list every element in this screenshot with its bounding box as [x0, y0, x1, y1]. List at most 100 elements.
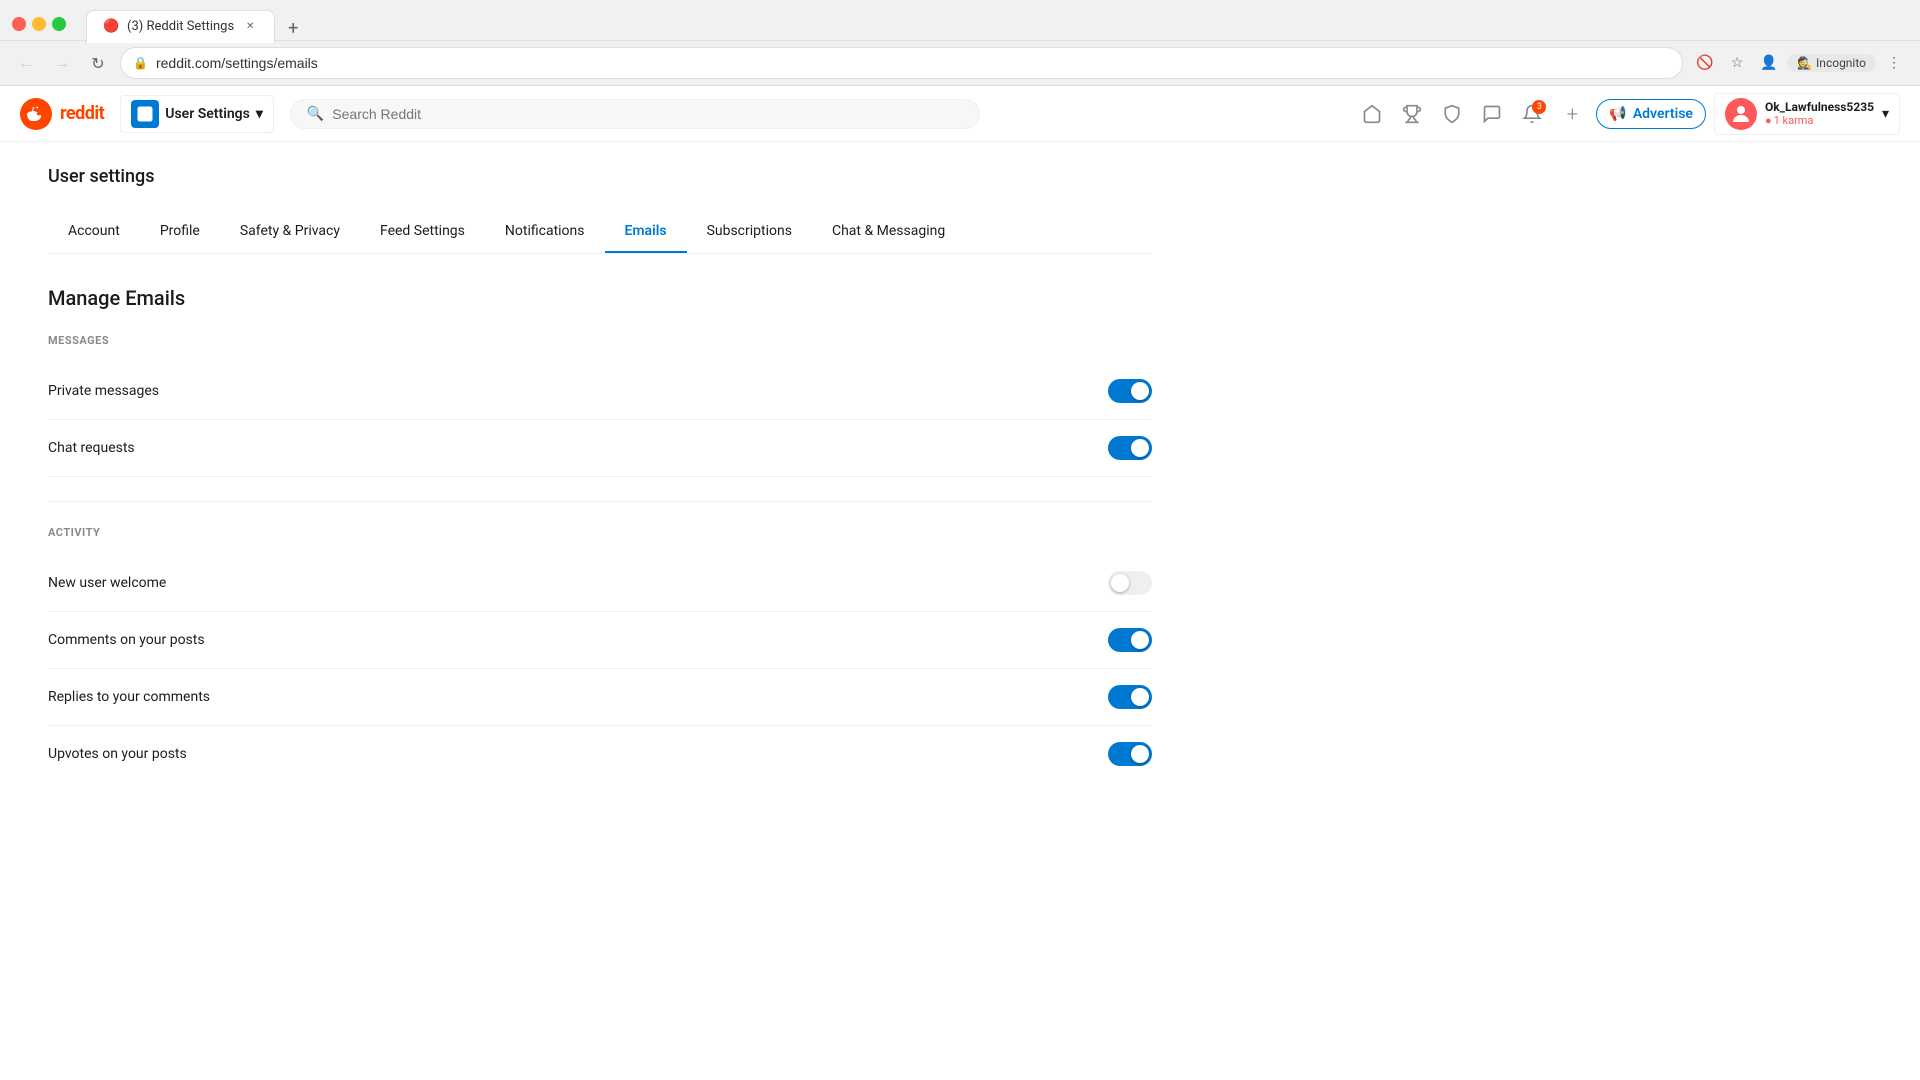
bookmark-icon[interactable]: ☆ [1723, 49, 1751, 77]
section-label-messages: MESSAGES [48, 334, 1152, 347]
close-tab-button[interactable]: ✕ [242, 19, 258, 35]
setting-label-replies-to-comments: Replies to your comments [48, 689, 210, 705]
home-icon-btn[interactable] [1356, 98, 1388, 130]
toggle-chat-requests[interactable] [1108, 436, 1152, 460]
advertise-button[interactable]: 📢 Advertise [1596, 99, 1706, 129]
search-input[interactable] [332, 106, 963, 122]
user-avatar [1725, 98, 1757, 130]
maximize-window-button[interactable] [52, 17, 66, 31]
setting-row-replies-to-comments: Replies to your comments [48, 669, 1152, 726]
search-bar: 🔍 [290, 99, 980, 129]
toggle-slider-replies-to-comments [1108, 685, 1152, 709]
section-divider-0 [48, 501, 1152, 502]
reddit-logo-text: reddit [60, 103, 104, 124]
setting-row-upvotes-on-posts: Upvotes on your posts [48, 726, 1152, 782]
profile-icon[interactable]: 👤 [1755, 49, 1783, 77]
user-settings-dropdown[interactable]: User Settings ▾ [120, 95, 274, 133]
section-label-activity: ACTIVITY [48, 526, 1152, 539]
lock-icon: 🔒 [133, 56, 148, 70]
setting-row-chat-requests: Chat requests [48, 420, 1152, 477]
address-bar: 🔒 [120, 47, 1683, 79]
tab-account[interactable]: Account [48, 211, 140, 253]
setting-row-new-user-welcome: New user welcome [48, 555, 1152, 612]
reddit-logo-icon [20, 98, 52, 130]
window-controls [12, 17, 66, 31]
advertise-label: Advertise [1633, 106, 1693, 122]
setting-label-private-messages: Private messages [48, 383, 159, 399]
incognito-icon: 🕵 [1797, 56, 1812, 70]
incognito-label: Incognito [1816, 56, 1866, 70]
user-settings-avatar [131, 100, 159, 128]
setting-row-comments-on-posts: Comments on your posts [48, 612, 1152, 669]
search-icon: 🔍 [307, 106, 324, 122]
setting-row-private-messages: Private messages [48, 363, 1152, 420]
settings-sections: MESSAGES Private messages Chat requests ACT… [48, 334, 1152, 782]
setting-label-chat-requests: Chat requests [48, 440, 135, 456]
tab-title: (3) Reddit Settings [127, 19, 234, 34]
trophy-icon-btn[interactable] [1396, 98, 1428, 130]
toggle-knob-upvotes-on-posts [1131, 745, 1149, 763]
karma-icon: ● [1765, 114, 1772, 127]
back-button[interactable]: ← [12, 49, 40, 77]
toggle-comments-on-posts[interactable] [1108, 628, 1152, 652]
browser-titlebar: 🔴 (3) Reddit Settings ✕ + [0, 0, 1920, 40]
tab-feed[interactable]: Feed Settings [360, 211, 485, 253]
user-profile-button[interactable]: Ok_Lawfulness5235 ● 1 karma ▾ [1714, 93, 1900, 135]
chat-icon-btn[interactable] [1476, 98, 1508, 130]
profile-chevron: ▾ [1882, 106, 1889, 122]
toggle-knob-chat-requests [1131, 439, 1149, 457]
tab-emails[interactable]: Emails [605, 211, 687, 253]
tab-notifications[interactable]: Notifications [485, 211, 605, 253]
toggle-knob-replies-to-comments [1131, 688, 1149, 706]
setting-label-upvotes-on-posts: Upvotes on your posts [48, 746, 187, 762]
username: Ok_Lawfulness5235 [1765, 100, 1874, 114]
hide-icon[interactable]: 🚫 [1691, 49, 1719, 77]
toggle-knob-comments-on-posts [1131, 631, 1149, 649]
section-messages: MESSAGES Private messages Chat requests [48, 334, 1152, 502]
user-settings-chevron: ▾ [256, 106, 263, 122]
reddit-logo[interactable]: reddit [20, 98, 104, 130]
browser-toolbar: ← → ↻ 🔒 🚫 ☆ 👤 🕵 Incognito ⋮ [0, 40, 1920, 85]
tab-profile[interactable]: Profile [140, 211, 220, 253]
reddit-header: reddit User Settings ▾ 🔍 3 + 📢 Adv [0, 86, 1920, 142]
page-content: User settings AccountProfileSafety & Pri… [0, 142, 1200, 806]
toggle-knob-new-user-welcome [1111, 574, 1129, 592]
toggle-knob-private-messages [1131, 382, 1149, 400]
user-settings-label: User Settings [165, 106, 250, 122]
header-icons: 3 + 📢 Advertise Ok_Lawfulness5235 ● 1 ka… [1356, 93, 1900, 135]
tab-subscriptions[interactable]: Subscriptions [687, 211, 812, 253]
browser-chrome: 🔴 (3) Reddit Settings ✕ + ← → ↻ 🔒 🚫 ☆ 👤 … [0, 0, 1920, 86]
reload-button[interactable]: ↻ [84, 49, 112, 77]
incognito-badge[interactable]: 🕵 Incognito [1787, 54, 1876, 72]
user-karma: ● 1 karma [1765, 114, 1874, 127]
toggle-slider-upvotes-on-posts [1108, 742, 1152, 766]
toggle-upvotes-on-posts[interactable] [1108, 742, 1152, 766]
minimize-window-button[interactable] [32, 17, 46, 31]
shield-icon-btn[interactable] [1436, 98, 1468, 130]
toggle-private-messages[interactable] [1108, 379, 1152, 403]
section-activity: ACTIVITY New user welcome Comments on your… [48, 526, 1152, 782]
page-title: User settings [48, 166, 1152, 187]
notifications-icon-btn[interactable]: 3 [1516, 98, 1548, 130]
settings-tabs: AccountProfileSafety & PrivacyFeed Setti… [48, 211, 1152, 254]
toggle-slider-new-user-welcome [1108, 571, 1152, 595]
tab-favicon: 🔴 [103, 19, 119, 35]
tab-bar: 🔴 (3) Reddit Settings ✕ + [74, 10, 319, 43]
setting-label-new-user-welcome: New user welcome [48, 575, 166, 591]
address-input[interactable] [156, 55, 1670, 71]
setting-label-comments-on-posts: Comments on your posts [48, 632, 205, 648]
karma-count: 1 karma [1774, 114, 1814, 127]
toggle-new-user-welcome[interactable] [1108, 571, 1152, 595]
toggle-slider-comments-on-posts [1108, 628, 1152, 652]
add-post-btn[interactable]: + [1556, 98, 1588, 130]
toggle-replies-to-comments[interactable] [1108, 685, 1152, 709]
tab-chat[interactable]: Chat & Messaging [812, 211, 965, 253]
user-info: Ok_Lawfulness5235 ● 1 karma [1765, 100, 1874, 127]
close-window-button[interactable] [12, 17, 26, 31]
tab-safety[interactable]: Safety & Privacy [220, 211, 360, 253]
new-tab-button[interactable]: + [279, 15, 307, 43]
notification-count: 3 [1532, 100, 1546, 114]
forward-button[interactable]: → [48, 49, 76, 77]
menu-icon[interactable]: ⋮ [1880, 49, 1908, 77]
active-tab[interactable]: 🔴 (3) Reddit Settings ✕ [86, 10, 275, 43]
